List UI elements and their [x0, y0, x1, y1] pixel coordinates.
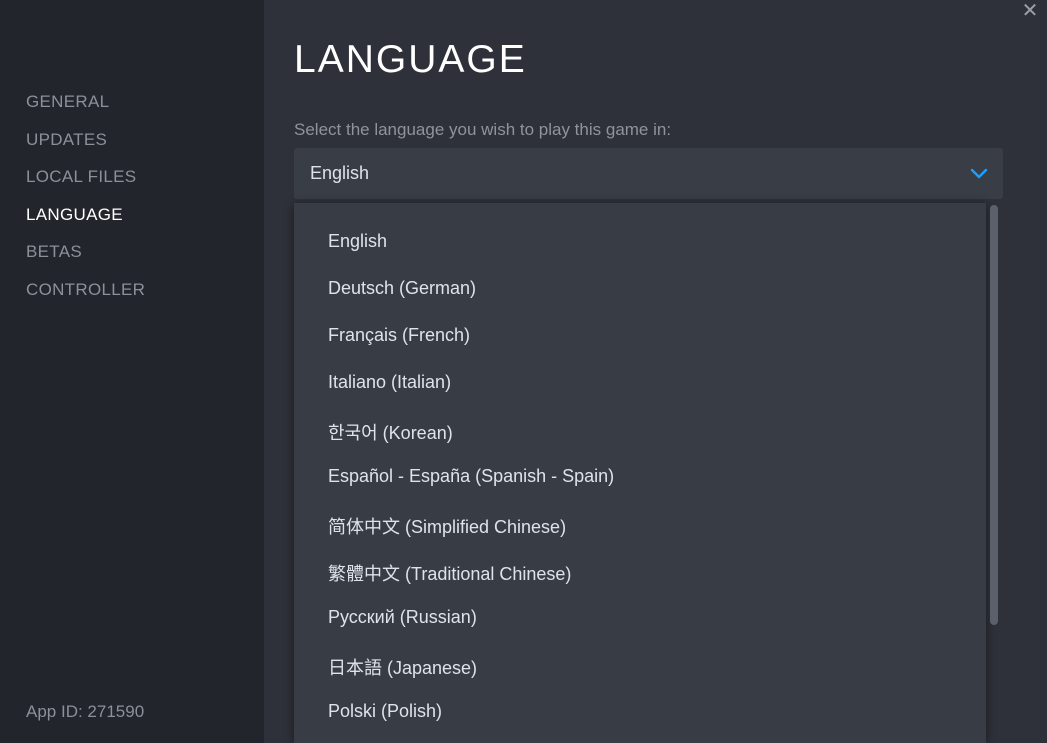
language-option[interactable]: 한국어 (Korean) — [328, 419, 986, 445]
main-panel: ✕ LANGUAGE Select the language you wish … — [264, 0, 1047, 743]
language-option[interactable]: 繁體中文 (Traditional Chinese) — [328, 560, 986, 586]
sidebar-item-controller[interactable]: CONTROLLER — [26, 280, 145, 300]
language-option[interactable]: Italiano (Italian) — [328, 372, 986, 393]
close-icon: ✕ — [1021, 0, 1039, 22]
sidebar: GENERAL UPDATES LOCAL FILES LANGUAGE BET… — [0, 0, 264, 743]
app-id-label: App ID: 271590 — [26, 702, 145, 721]
language-option[interactable]: Español - España (Spanish - Spain) — [328, 466, 986, 487]
language-option[interactable]: Русский (Russian) — [328, 607, 986, 628]
language-option[interactable]: Polski (Polish) — [328, 701, 986, 722]
language-option[interactable]: Français (French) — [328, 325, 986, 346]
sidebar-item-betas[interactable]: BETAS — [26, 242, 82, 262]
sidebar-item-general[interactable]: GENERAL — [26, 92, 109, 112]
language-dropdown-list: English Deutsch (German) Français (Frenc… — [294, 203, 986, 743]
page-title: LANGUAGE — [294, 38, 527, 81]
chevron-down-icon — [970, 168, 988, 179]
sidebar-item-updates[interactable]: UPDATES — [26, 130, 107, 150]
close-button[interactable]: ✕ — [1017, 0, 1043, 24]
language-option[interactable]: 简体中文 (Simplified Chinese) — [328, 513, 986, 539]
dropdown-scrollbar[interactable] — [990, 205, 998, 625]
language-option[interactable]: English — [328, 231, 986, 252]
language-option[interactable]: 日本語 (Japanese) — [328, 654, 986, 680]
sidebar-item-language[interactable]: LANGUAGE — [26, 205, 123, 225]
language-select[interactable]: English — [294, 148, 1003, 199]
sidebar-item-local-files[interactable]: LOCAL FILES — [26, 167, 136, 187]
selected-language: English — [310, 163, 370, 183]
game-properties-window: GENERAL UPDATES LOCAL FILES LANGUAGE BET… — [0, 0, 1047, 743]
language-prompt: Select the language you wish to play thi… — [294, 120, 672, 139]
language-option[interactable]: Deutsch (German) — [328, 278, 986, 299]
